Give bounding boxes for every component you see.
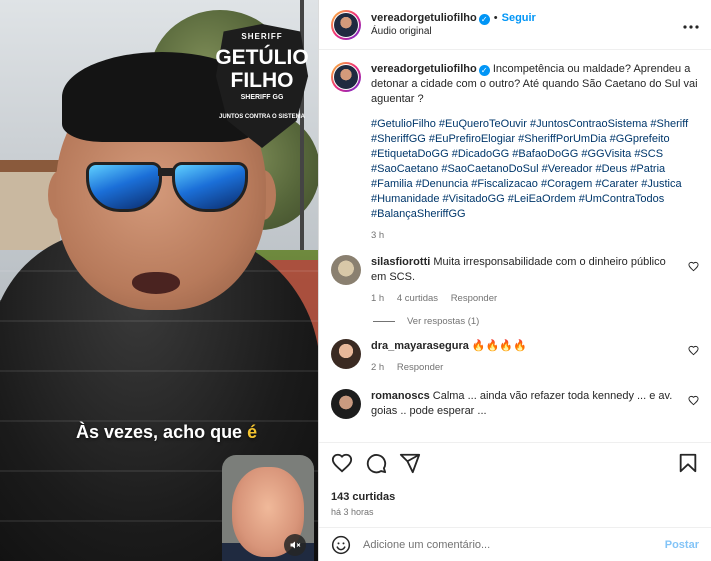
original-audio-link[interactable]: Áudio original [371, 25, 536, 39]
follow-button[interactable]: Seguir [502, 12, 536, 24]
reply-button[interactable]: Responder [397, 362, 443, 373]
comment-icon[interactable] [365, 452, 387, 474]
logo-line: FILHO [230, 69, 294, 92]
avatar[interactable] [331, 339, 361, 369]
comment-text: 🔥🔥🔥🔥 [471, 340, 527, 352]
separator-dot: • [493, 11, 498, 24]
more-options-button[interactable] [683, 16, 699, 34]
verified-badge-icon: ✓ [478, 13, 490, 25]
view-replies-label: Ver respostas (1) [407, 316, 480, 327]
comment-username[interactable]: romanoscs [371, 390, 430, 402]
comment-item: silasfiorotti Muita irresponsabilidade c… [331, 255, 699, 306]
logo-line: JUNTOS CONTRA O SISTEMA [218, 114, 305, 120]
add-comment-bar: Adicione um comentário... Postar [319, 527, 711, 561]
action-icons [331, 451, 699, 475]
post-actions: 143 curtidas há 3 horas [319, 442, 711, 517]
like-count[interactable]: 143 curtidas [331, 491, 699, 503]
caption-meta: 3 h [371, 228, 699, 243]
caption-highlight-word: é [247, 422, 258, 442]
avatar[interactable] [331, 9, 361, 40]
video-person-mouth [132, 272, 180, 294]
video-caption: Às vezes, acho que é [76, 422, 257, 443]
reply-button[interactable]: Responder [451, 293, 497, 304]
comment-meta: 1 h 4 curtidas Responder [371, 291, 682, 306]
heart-icon[interactable] [688, 261, 699, 272]
header-info: vereadorgetuliofilho ✓ • Seguir Áudio origi… [371, 11, 536, 39]
view-replies-button[interactable]: Ver respostas (1) [373, 316, 699, 327]
comments-section[interactable]: vereadorgetuliofilho ✓ Incompetência ou m… [319, 50, 711, 442]
header-username[interactable]: vereadorgetuliofilho [371, 12, 477, 24]
logo-line: SHERIFF GG [240, 94, 284, 101]
emoji-icon[interactable] [331, 535, 351, 555]
more-horizontal-icon [683, 24, 699, 29]
sunglasses [86, 158, 248, 216]
post-time: há 3 horas [331, 507, 374, 517]
bookmark-icon[interactable] [677, 452, 699, 474]
caption-username[interactable]: vereadorgetuliofilho [371, 63, 477, 75]
post-caption: vereadorgetuliofilho ✓ Incompetência ou m… [331, 62, 699, 243]
avatar[interactable] [331, 62, 361, 92]
post-header: vereadorgetuliofilho ✓ • Seguir Áudio origi… [319, 0, 711, 50]
hashtags[interactable]: #GetulioFilho #EuQueroTeOuvir #JuntosCon… [371, 117, 699, 222]
volume-muted-icon [290, 541, 301, 549]
share-icon[interactable] [399, 452, 421, 474]
post-details-panel: vereadorgetuliofilho ✓ • Seguir Áudio origi… [318, 0, 711, 561]
comment-input[interactable]: Adicione um comentário... [363, 539, 665, 551]
heart-icon[interactable] [688, 345, 699, 356]
post-comment-button[interactable]: Postar [665, 539, 699, 551]
comment-item: romanoscs Calma ... ainda vão refazer to… [331, 389, 699, 419]
logo-line: SHERIFF [241, 32, 283, 41]
video-player[interactable]: SHERIFF GETÚLIO FILHO SHERIFF GG JUNTOS … [0, 0, 318, 561]
post-modal: SHERIFF GETÚLIO FILHO SHERIFF GG JUNTOS … [0, 0, 711, 561]
heart-icon[interactable] [331, 452, 353, 474]
avatar[interactable] [331, 255, 361, 285]
comment-username[interactable]: dra_mayarasegura [371, 340, 469, 352]
comment-likes[interactable]: 4 curtidas [397, 293, 438, 304]
comment-meta: 2 h Responder [371, 360, 682, 375]
heart-icon[interactable] [688, 395, 699, 406]
mute-button[interactable] [284, 534, 306, 556]
logo-line: GETÚLIO [215, 46, 309, 69]
verified-badge-icon: ✓ [478, 65, 490, 76]
comment-item: dra_mayarasegura 🔥🔥🔥🔥 2 h Responder [331, 339, 699, 375]
caption-text: Às vezes, acho que [76, 422, 248, 442]
comment-time: 1 h [371, 293, 385, 304]
comment-username[interactable]: silasfiorotti [371, 256, 430, 268]
comment-time: 2 h [371, 362, 385, 373]
caption-time: 3 h [371, 230, 385, 241]
sheriff-logo: SHERIFF GETÚLIO FILHO SHERIFF GG JUNTOS … [214, 24, 310, 148]
avatar[interactable] [331, 389, 361, 419]
